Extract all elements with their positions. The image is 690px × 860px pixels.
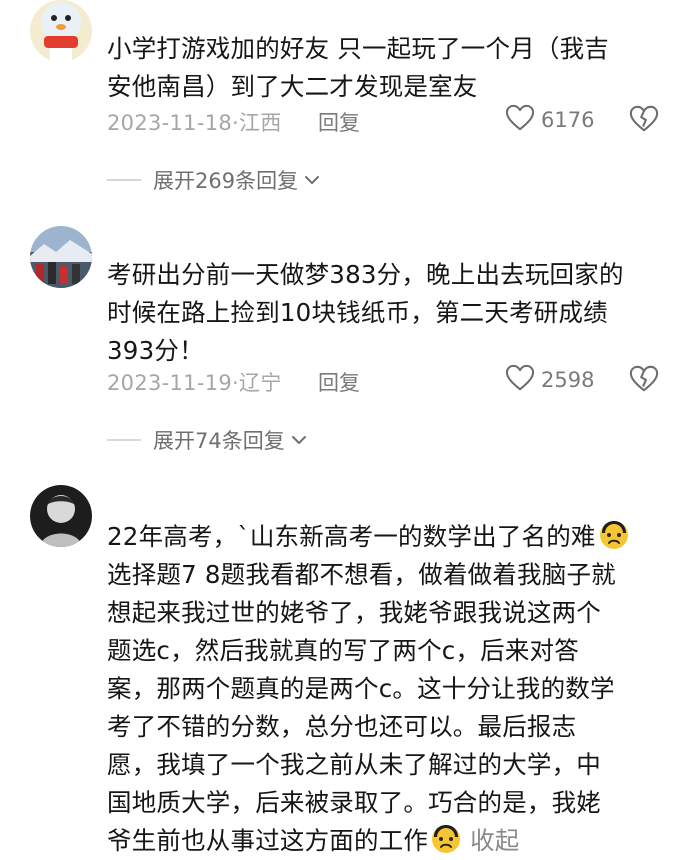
comment-text-line: 时候在路上捡到10块钱纸币，第二天考研成绩 [107, 298, 608, 327]
heart-outline-icon [505, 104, 535, 137]
like-count: 6176 [541, 108, 595, 132]
comment-text-line: 案，那两个题真的是两个c。这十分让我的数学 [107, 674, 615, 703]
comment-meta: 2023-11-18·江西 回复 6176 [107, 103, 667, 137]
expand-replies-button[interactable]: 展开74条回复 [107, 425, 307, 455]
worried-face-emoji [598, 519, 630, 551]
comment-text-line: 安他南昌）到了大二才发现是室友 [107, 72, 478, 101]
collapse-button[interactable]: 收起 [470, 826, 519, 855]
like-button[interactable]: 6176 [505, 103, 594, 137]
comment-text-line: 22年高考，`山东新高考一的数学出了名的难 [107, 518, 667, 556]
comment-text-line: 考研出分前一天做梦383分，晚上出去玩回家的 [107, 260, 624, 289]
comment-text-line: 考了不错的分数，总分也还可以。最后报志 [107, 712, 577, 741]
comment-text-line: 小学打游戏加的好友 只一起玩了一个月（我吉 [107, 34, 609, 63]
chevron-down-icon [291, 434, 307, 446]
comment-text-line: 国地质大学，后来被录取了。巧合的是，我姥 [107, 788, 601, 817]
comment-text: 小学打游戏加的好友 只一起玩了一个月（我吉 安他南昌）到了大二才发现是室友 [107, 30, 667, 106]
like-count: 2598 [541, 368, 595, 392]
avatar[interactable] [30, 485, 92, 547]
comment-text-line: 选择题7 8题我看都不想看，做着做着我脑子就 [107, 560, 616, 589]
reply-button[interactable]: 回复 [318, 367, 360, 397]
comment-text-line: 想起来我过世的姥爷了，我姥爷跟我说这两个 [107, 598, 601, 627]
divider [107, 439, 141, 441]
expand-replies-button[interactable]: 展开269条回复 [107, 165, 320, 195]
comment-text-line: 愿，我填了一个我之前从未了解过的大学，中 [107, 750, 601, 779]
avatar[interactable] [30, 0, 92, 62]
chevron-down-icon [304, 174, 320, 186]
worried-face-emoji [430, 823, 462, 855]
expand-replies-label: 展开74条回复 [153, 429, 285, 453]
comment-text-segment: 爷生前也从事过这方面的工作 [107, 826, 429, 855]
reply-button[interactable]: 回复 [318, 107, 360, 137]
dislike-button[interactable] [629, 364, 659, 399]
comment-text: 22年高考，`山东新高考一的数学出了名的难 选择题7 8题我看都不想看，做着做着… [107, 518, 667, 860]
comment-text-line: 题选c，然后我就真的写了两个c，后来对答 [107, 636, 579, 665]
broken-heart-icon [629, 105, 659, 139]
dislike-button[interactable] [629, 104, 659, 139]
avatar[interactable] [30, 226, 92, 288]
like-button[interactable]: 2598 [505, 363, 594, 397]
comment-meta: 2023-11-19·辽宁 回复 2598 [107, 363, 667, 397]
divider [107, 179, 141, 181]
comment-date: 2023-11-19·辽宁 [107, 371, 282, 395]
comment-text-line: 爷生前也从事过这方面的工作 收起 [107, 822, 667, 860]
expand-replies-label: 展开269条回复 [153, 169, 299, 193]
comment-text-segment: 22年高考，`山东新高考一的数学出了名的难 [107, 522, 596, 551]
comment-text: 考研出分前一天做梦383分，晚上出去玩回家的 时候在路上捡到10块钱纸币，第二天… [107, 256, 667, 370]
heart-outline-icon [505, 364, 535, 397]
broken-heart-icon [629, 365, 659, 399]
comment-date: 2023-11-18·江西 [107, 111, 282, 135]
